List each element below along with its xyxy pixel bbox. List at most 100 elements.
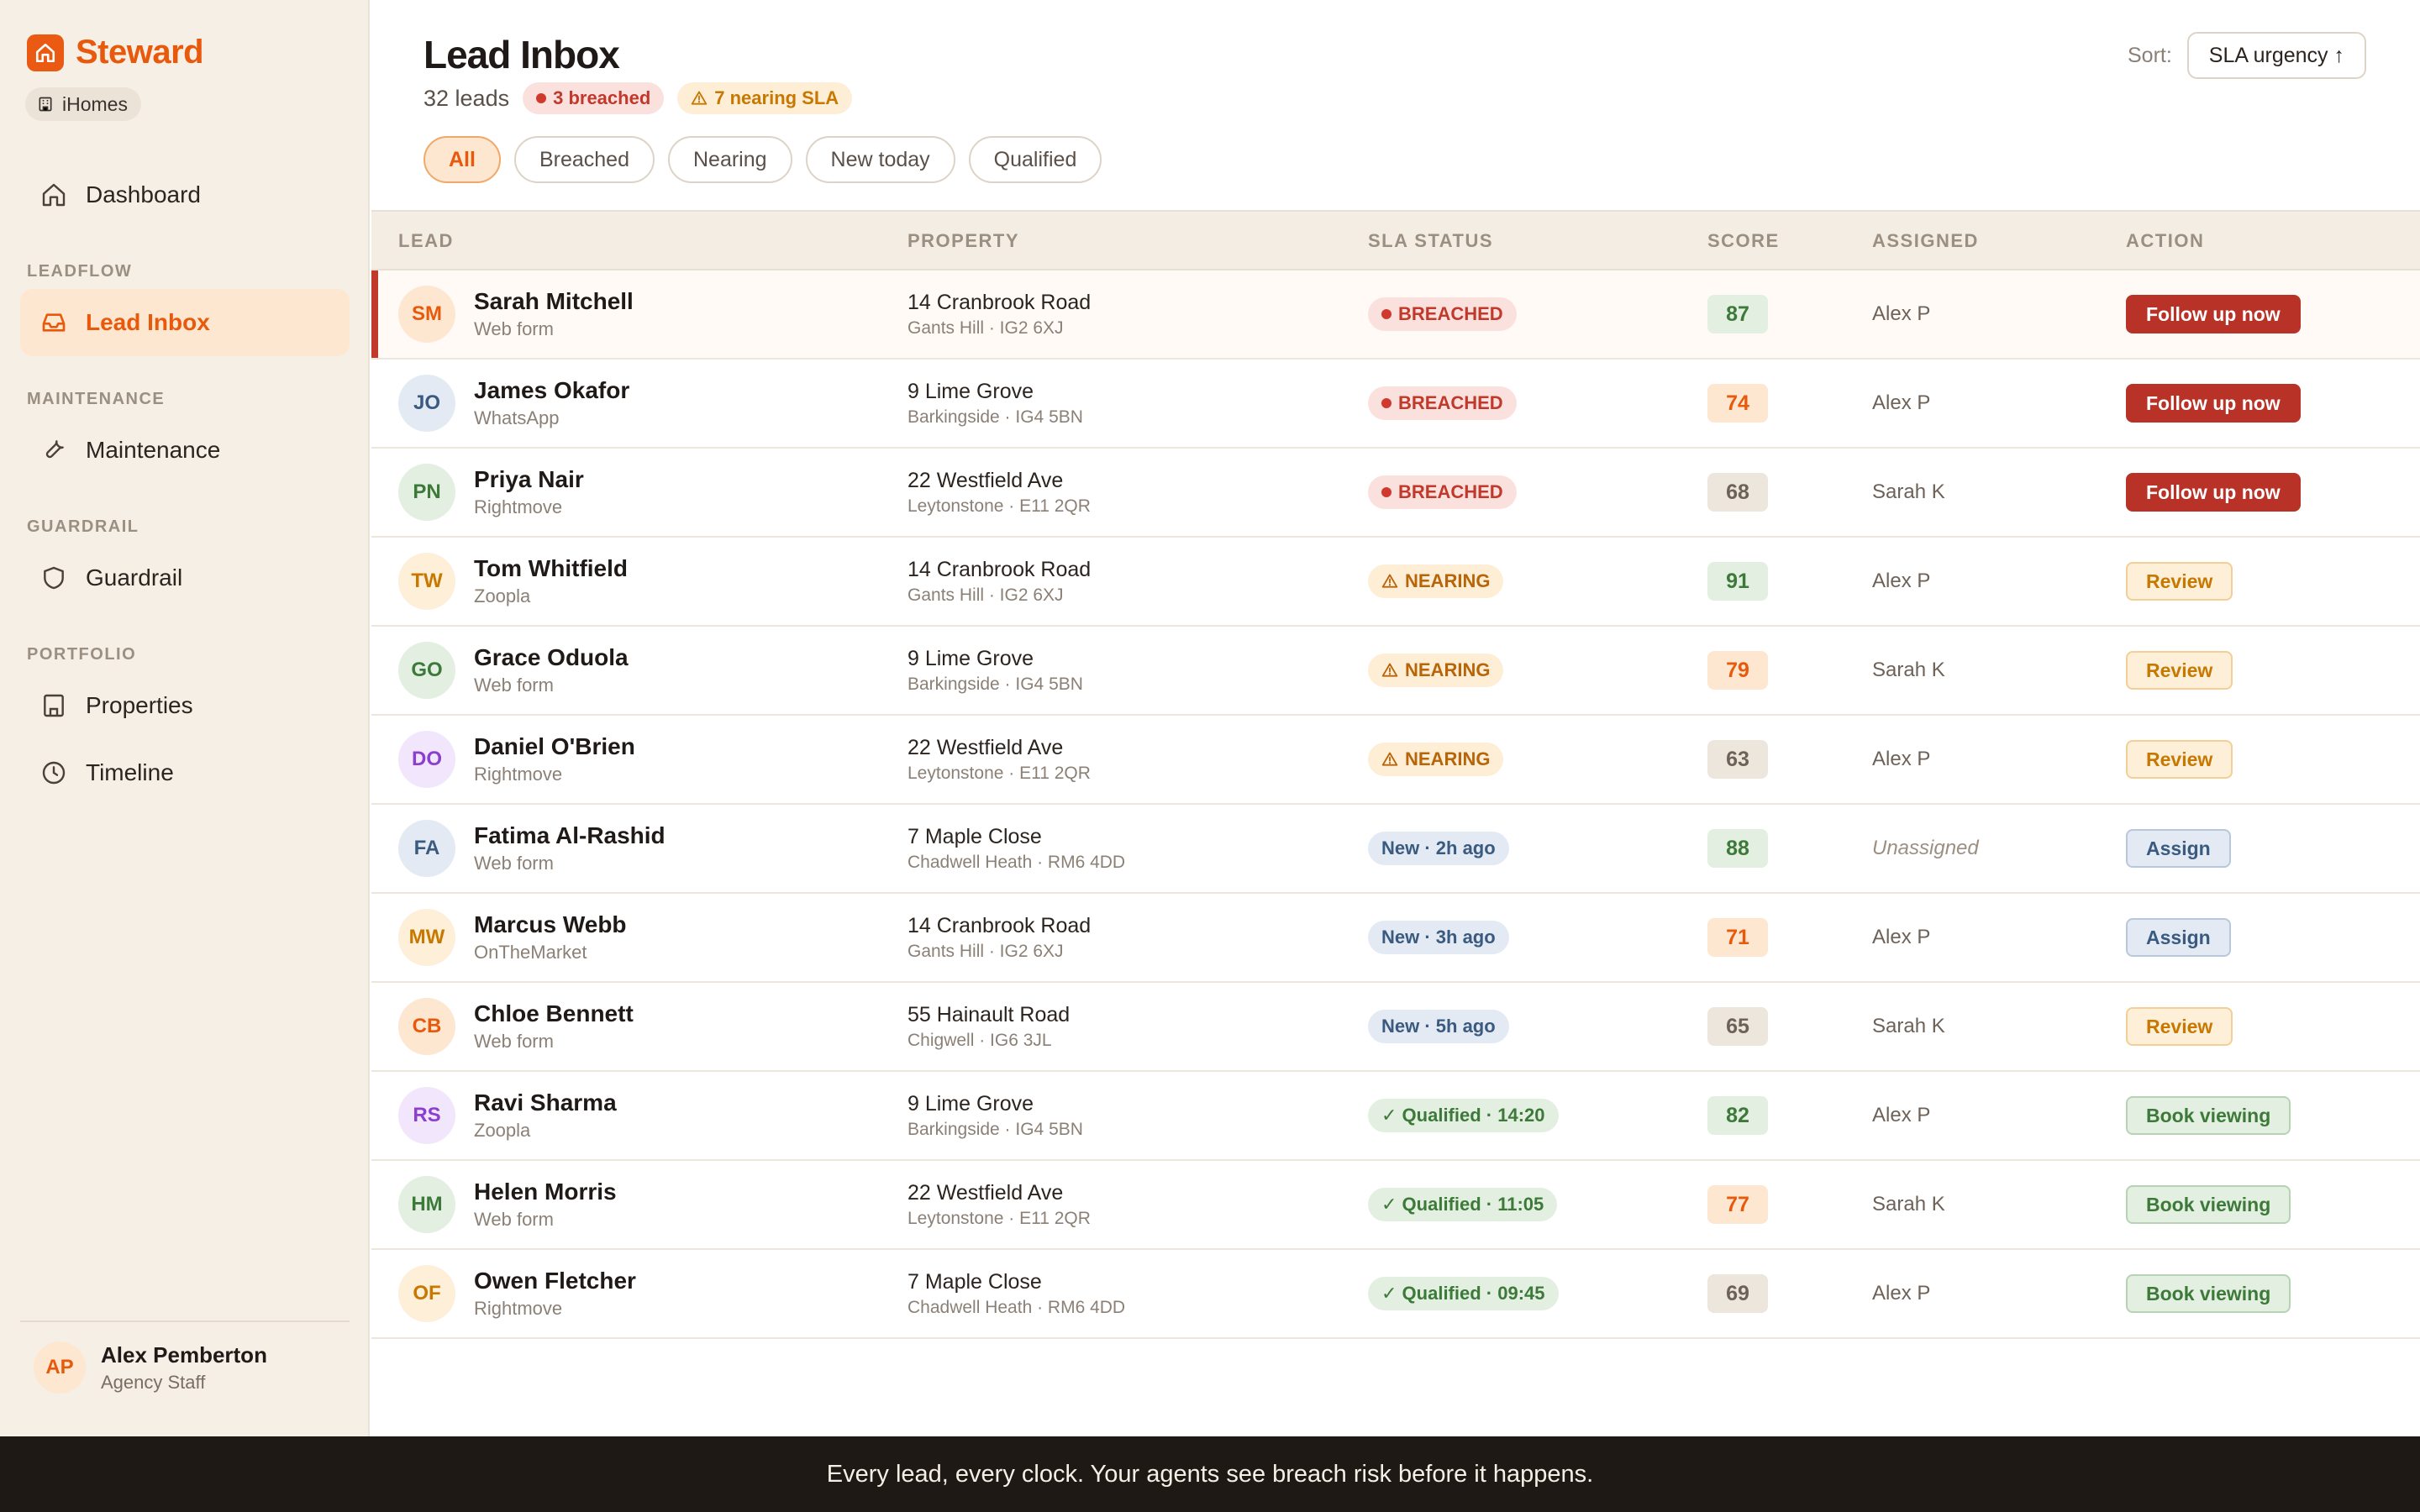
lead-cell[interactable]: JO James Okafor WhatsApp [398,360,629,447]
table-row[interactable]: PN Priya Nair Rightmove 22 Westfield Ave Ley… [371,449,2420,538]
table-row[interactable]: CB Chloe Bennett Web form 55 Hainault Road C… [371,983,2420,1072]
followup-button[interactable]: Follow up now [2126,295,2301,333]
lead-source: Web form [474,1209,554,1230]
review-button[interactable]: Review [2126,1007,2233,1046]
table-row[interactable]: FA Fatima Al-Rashid Web form 7 Maple Close C… [371,805,2420,894]
sidebar-item-label: Properties [86,692,193,718]
action-cell: Review [2126,983,2233,1070]
table-row[interactable]: GO Grace Oduola Web form 9 Lime Grove Barkin… [371,627,2420,716]
score-cell: 77 [1707,1161,1768,1248]
sidebar-item-properties[interactable]: Properties [20,672,350,739]
sla-status-label: BREACHED [1398,303,1503,324]
sla-cell: New · 3h ago [1368,894,1509,981]
lead-name: Chloe Bennett [474,1000,634,1026]
org-name: iHomes [62,92,128,115]
column-header-assigned[interactable]: ASSIGNED [1872,212,1979,270]
column-header-property[interactable]: PROPERTY [908,212,1019,270]
filter-all[interactable]: All [424,136,501,183]
review-button[interactable]: Review [2126,562,2233,601]
table-row[interactable]: SM Sarah Mitchell Web form 14 Cranbrook Roa… [371,270,2420,360]
org-switcher[interactable]: iHomes [25,87,141,121]
filter-qualified[interactable]: Qualified [968,136,1102,183]
score-cell: 68 [1707,449,1768,536]
lead-cell[interactable]: GO Grace Oduola Web form [398,627,629,714]
user-profile[interactable]: AP Alex Pemberton Agency Staff [20,1320,350,1413]
filter-nearing[interactable]: Nearing [667,136,792,183]
sidebar-item-dashboard[interactable]: Dashboard [20,161,350,228]
score-cell: 82 [1707,1072,1768,1159]
lead-cell[interactable]: DO Daniel O'Brien Rightmove [398,716,635,803]
sla-status-label: BREACHED [1398,481,1503,502]
action-cell: Book viewing [2126,1250,2291,1337]
lead-cell[interactable]: TW Tom Whitfield Zoopla [398,538,628,625]
lead-source: Zoopla [474,1120,531,1141]
score-cell: 88 [1707,805,1768,892]
table-row[interactable]: RS Ravi Sharma Zoopla 9 Lime Grove Barkingsi… [371,1072,2420,1161]
assign-button[interactable]: Assign [2126,918,2231,957]
sla-status-badge: New · 2h ago [1368,832,1509,865]
lead-cell[interactable]: PN Priya Nair Rightmove [398,449,584,536]
warning-icon [1381,662,1398,679]
book-button[interactable]: Book viewing [2126,1096,2291,1135]
property-address: 14 Cranbrook Road [908,913,1092,937]
assign-button[interactable]: Assign [2126,829,2231,868]
followup-button[interactable]: Follow up now [2126,384,2301,423]
book-button[interactable]: Book viewing [2126,1185,2291,1224]
table-row[interactable]: JO James Okafor WhatsApp 9 Lime Grove Barkin… [371,360,2420,449]
score-cell: 87 [1707,270,1768,358]
property-area: Barkingside · IG4 5BN [908,1119,1083,1139]
assigned-cell: Alex P [1872,538,1930,625]
lead-cell[interactable]: FA Fatima Al-Rashid Web form [398,805,666,892]
assigned-agent: Sarah K [1872,480,1945,503]
book-button[interactable]: Book viewing [2126,1274,2291,1313]
warning-icon [691,90,708,107]
table-row[interactable]: MW Marcus Webb OnTheMarket 14 Cranbrook Roa… [371,894,2420,983]
sidebar-item-lead-inbox[interactable]: Lead Inbox [20,289,350,356]
lead-cell[interactable]: SM Sarah Mitchell Web form [398,270,634,358]
lead-name: Fatima Al-Rashid [474,822,666,848]
lead-name: Priya Nair [474,466,584,492]
assigned-cell: Sarah K [1872,983,1945,1070]
lead-cell[interactable]: RS Ravi Sharma Zoopla [398,1072,617,1159]
sidebar-item-timeline[interactable]: Timeline [20,739,350,806]
column-header-sla-status[interactable]: SLA STATUS [1368,212,1493,270]
property-cell: 7 Maple Close Chadwell Heath · RM6 4DD [908,1250,1125,1337]
column-header-lead[interactable]: LEAD [398,212,454,270]
filter-breached[interactable]: Breached [513,136,655,183]
table-row[interactable]: DO Daniel O'Brien Rightmove 22 Westfield Av… [371,716,2420,805]
review-button[interactable]: Review [2126,740,2233,779]
sort-dropdown[interactable]: SLA urgency ↑ [2186,32,2366,79]
property-cell: 9 Lime Grove Barkingside · IG4 5BN [908,360,1083,447]
table-row[interactable]: TW Tom Whitfield Zoopla 14 Cranbrook Road Ga… [371,538,2420,627]
table-row[interactable]: OF Owen Fletcher Rightmove 7 Maple Close Cha… [371,1250,2420,1339]
sla-status-label: NEARING [1405,748,1491,769]
property-cell: 9 Lime Grove Barkingside · IG4 5BN [908,1072,1083,1159]
sidebar-item-maintenance[interactable]: Maintenance [20,417,350,484]
brand[interactable]: Steward [27,34,204,71]
property-address: 22 Westfield Ave [908,735,1064,759]
lead-name: Ravi Sharma [474,1089,617,1116]
column-header-score[interactable]: SCORE [1707,212,1780,270]
building-icon [37,96,54,113]
table-row[interactable]: HM Helen Morris Web form 22 Westfield Ave Le… [371,1161,2420,1250]
sla-status-label: NEARING [1405,659,1491,680]
property-area: Barkingside · IG4 5BN [908,407,1083,427]
assigned-cell: Alex P [1872,270,1930,358]
page-title: Lead Inbox [424,33,620,76]
lead-cell[interactable]: HM Helen Morris Web form [398,1161,617,1248]
lead-cell[interactable]: MW Marcus Webb OnTheMarket [398,894,627,981]
lead-cell[interactable]: OF Owen Fletcher Rightmove [398,1250,636,1337]
sidebar-item-guardrail[interactable]: Guardrail [20,544,350,612]
followup-button[interactable]: Follow up now [2126,473,2301,512]
review-button[interactable]: Review [2126,651,2233,690]
filter-new-today[interactable]: New today [805,136,955,183]
avatar: OF [398,1265,455,1322]
lead-cell[interactable]: CB Chloe Bennett Web form [398,983,634,1070]
score-cell: 63 [1707,716,1768,803]
main-content: Lead Inbox 32 leads 3 breached 7 nearing… [371,0,2420,1436]
alert-dot-icon [1381,309,1392,319]
property-address: 9 Lime Grove [908,379,1034,403]
sort-control: Sort: SLA urgency ↑ [2128,32,2366,79]
action-cell: Follow up now [2126,360,2301,447]
property-cell: 14 Cranbrook Road Gants Hill · IG2 6XJ [908,270,1091,358]
